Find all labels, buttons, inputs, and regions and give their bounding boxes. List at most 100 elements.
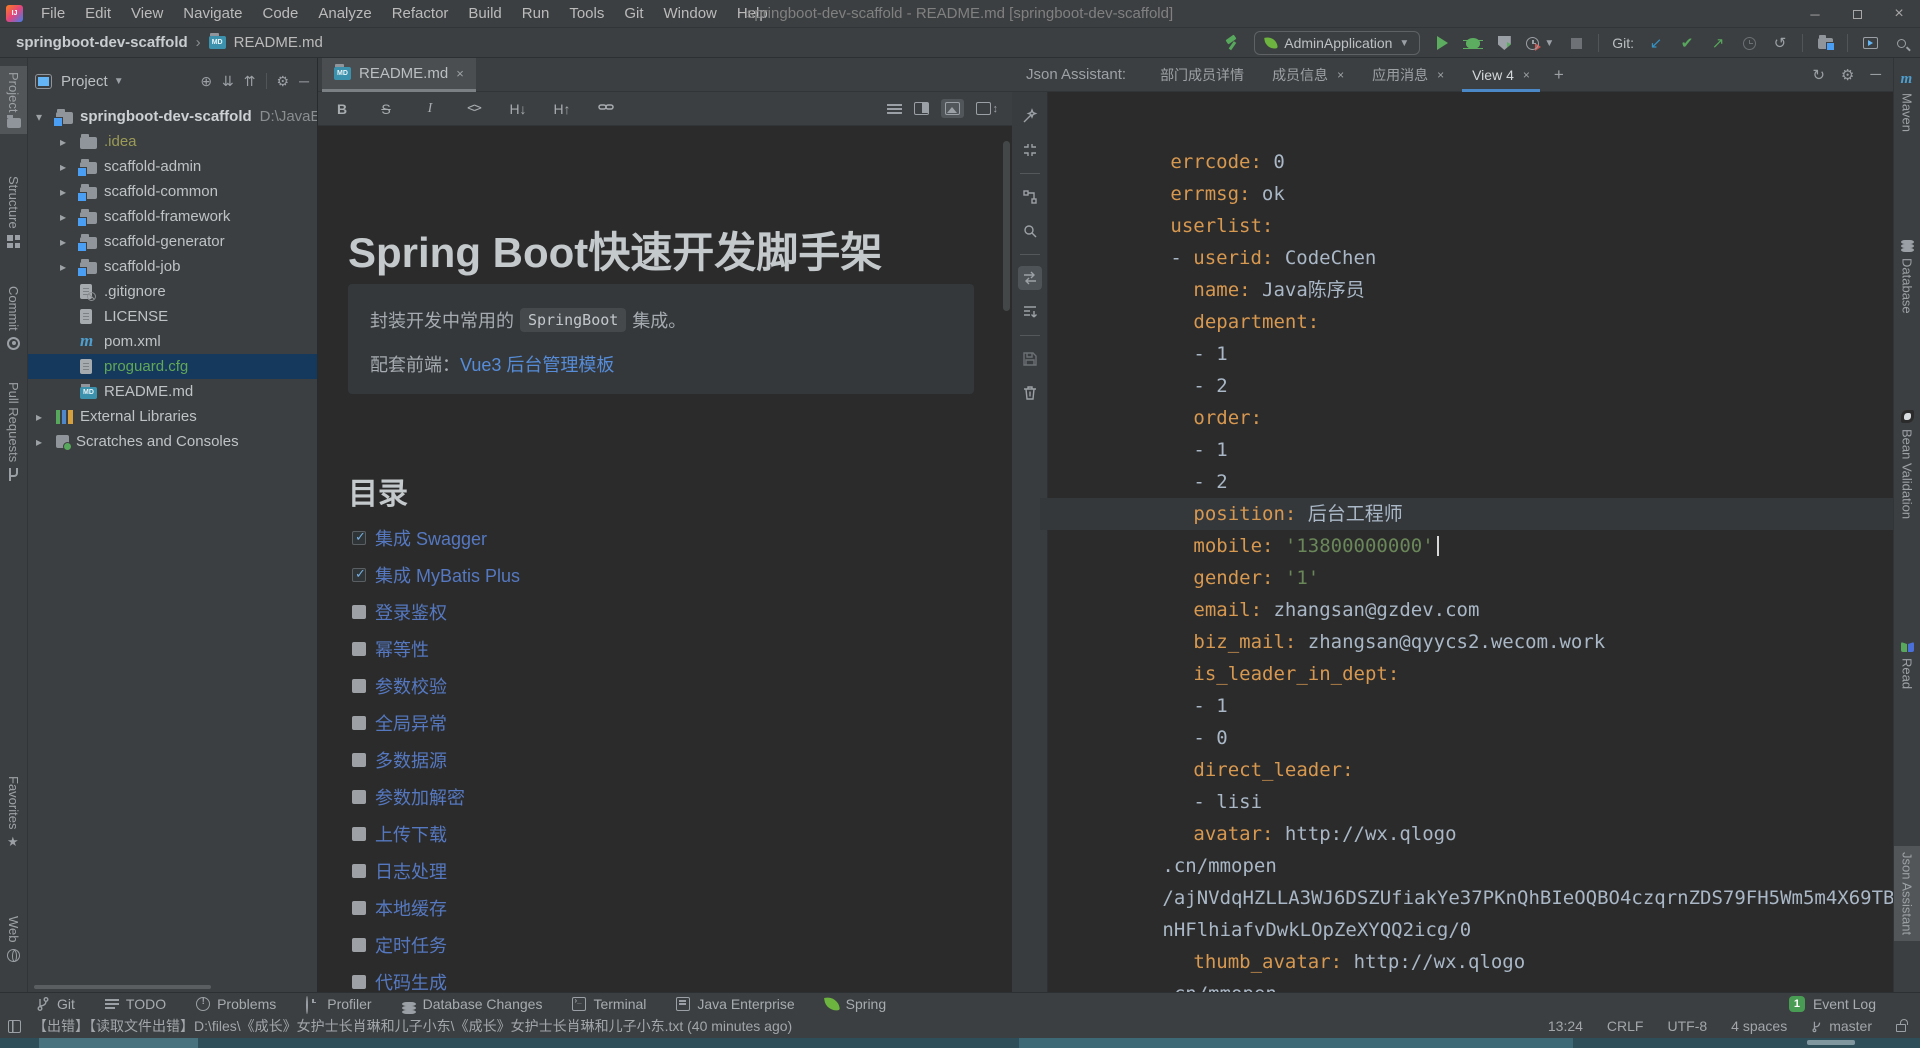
run-configuration-select[interactable]: AdminApplication ▼	[1254, 31, 1420, 55]
sidebar-tab-favorites[interactable]: Favorites ★	[0, 770, 27, 854]
chevron-icon[interactable]	[36, 435, 56, 449]
json-tab[interactable]: View 4 ×	[1458, 58, 1544, 92]
breadcrumb-file[interactable]: README.md	[234, 34, 323, 51]
horizontal-scrollbar[interactable]	[34, 985, 211, 989]
auto-scroll-icon[interactable]: ↕	[976, 102, 999, 115]
vue3-template-link[interactable]: Vue3 后台管理模板	[460, 351, 614, 377]
toc-link[interactable]: 代码生成	[375, 969, 447, 993]
save-icon[interactable]	[1018, 347, 1042, 371]
minimize-button[interactable]: ─	[1794, 0, 1836, 28]
search-icon[interactable]	[1018, 219, 1042, 243]
gear-icon[interactable]: ⚙	[277, 73, 290, 90]
coverage-button[interactable]	[1495, 34, 1513, 52]
toc-link[interactable]: 日志处理	[375, 858, 447, 884]
tree-row[interactable]: .idea	[28, 129, 317, 154]
split-view-icon[interactable]	[914, 102, 929, 115]
toolbar-tab-git[interactable]: Git	[36, 996, 75, 1012]
expand-all-icon[interactable]: ⇊	[222, 73, 234, 90]
sidebar-tab-web[interactable]: Web	[0, 910, 27, 968]
header-up-button[interactable]: H↑	[552, 101, 572, 117]
sidebar-tab-json-assistant[interactable]: Json Assistant	[1894, 846, 1920, 941]
sidebar-tab-commit[interactable]: Commit	[0, 280, 27, 356]
toc-link[interactable]: 登录鉴权	[375, 599, 447, 625]
lock-icon[interactable]	[1896, 1024, 1906, 1032]
trash-icon[interactable]	[1018, 381, 1042, 405]
checkbox-icon[interactable]	[352, 642, 366, 656]
tree-row[interactable]: scaffold-admin	[28, 154, 317, 179]
convert-icon[interactable]	[1018, 266, 1042, 290]
toolbar-tab-java-enterprise[interactable]: Java Enterprise	[676, 996, 794, 1012]
editor-columns-icon[interactable]	[8, 1020, 21, 1033]
git-rollback-icon[interactable]: ↺	[1771, 34, 1789, 52]
tree-row[interactable]: scaffold-generator	[28, 229, 317, 254]
menu-item[interactable]: Refactor	[382, 0, 459, 27]
project-view-select[interactable]: Project▼	[61, 73, 124, 90]
run-button[interactable]	[1433, 34, 1451, 52]
chevron-icon[interactable]	[60, 135, 80, 149]
project-folders-icon[interactable]	[1816, 34, 1834, 52]
toc-link[interactable]: 定时任务	[375, 932, 447, 958]
sidebar-tab-pull-requests[interactable]: Pull Requests	[0, 376, 27, 487]
beautify-icon[interactable]	[1018, 104, 1042, 128]
bold-button[interactable]: B	[332, 101, 352, 117]
tree-row[interactable]: springboot-dev-scaffold D:\JavaE	[28, 104, 317, 129]
tree-row[interactable]: scaffold-framework	[28, 204, 317, 229]
tree-row[interactable]: scaffold-common	[28, 179, 317, 204]
italic-button[interactable]: I	[420, 101, 440, 117]
toc-link[interactable]: 全局异常	[375, 710, 447, 736]
toc-link[interactable]: 本地缓存	[375, 895, 447, 921]
sidebar-tab-maven[interactable]: m Maven	[1894, 68, 1920, 138]
search-everywhere-icon[interactable]	[1892, 34, 1910, 52]
checkbox-icon[interactable]	[352, 716, 366, 730]
checkbox-icon[interactable]	[352, 531, 366, 545]
toc-link[interactable]: 上传下载	[375, 821, 447, 847]
sidebar-tab-project[interactable]: Project	[0, 66, 27, 134]
sidebar-tab-bean-validation[interactable]: Bean Validation	[1894, 404, 1920, 525]
close-icon[interactable]: ×	[1437, 68, 1444, 82]
event-log-button[interactable]: 1 Event Log	[1789, 996, 1876, 1012]
preview-only-view-selected[interactable]	[941, 99, 964, 118]
checkbox-icon[interactable]	[352, 679, 366, 693]
link-button[interactable]	[596, 99, 616, 118]
toolbar-tab-spring[interactable]: Spring	[825, 996, 886, 1012]
vertical-scrollbar[interactable]	[1003, 141, 1010, 311]
tree-row[interactable]: README.md	[28, 379, 317, 404]
menu-item[interactable]: Analyze	[308, 0, 381, 27]
tree-row[interactable]: Scratches and Consoles	[28, 429, 317, 454]
sidebar-tab-read[interactable]: Read	[1894, 636, 1920, 695]
menu-item[interactable]: File	[31, 0, 75, 27]
strikethrough-button[interactable]: S	[376, 101, 396, 117]
profiler-button[interactable]: ▼	[1526, 36, 1554, 51]
close-icon[interactable]: ×	[456, 66, 464, 81]
toolbar-tab-todo[interactable]: TODO	[105, 996, 166, 1012]
menu-item[interactable]: View	[121, 0, 173, 27]
close-button[interactable]: ×	[1878, 0, 1920, 28]
close-icon[interactable]: ×	[1337, 68, 1344, 82]
caret-position-widget[interactable]: 13:24	[1548, 1018, 1583, 1034]
json-tab[interactable]: 部门成员详情 ×	[1146, 58, 1258, 92]
menu-item[interactable]: Edit	[75, 0, 121, 27]
import-icon[interactable]	[1018, 300, 1042, 324]
json-tab[interactable]: 成员信息 ×	[1258, 58, 1358, 92]
checkbox-icon[interactable]	[352, 790, 366, 804]
hide-panel-icon[interactable]: ─	[1870, 66, 1881, 83]
toc-link[interactable]: 幂等性	[375, 636, 429, 662]
git-commit-icon[interactable]: ✔	[1678, 34, 1696, 52]
tree-row[interactable]: LICENSE	[28, 304, 317, 329]
git-history-icon[interactable]	[1740, 34, 1758, 52]
toc-link[interactable]: 多数据源	[375, 747, 447, 773]
checkbox-icon[interactable]	[352, 975, 366, 989]
build-hammer-icon[interactable]	[1223, 34, 1241, 52]
toc-link[interactable]: 参数加解密	[375, 784, 465, 810]
checkbox-icon[interactable]	[352, 864, 366, 878]
add-tab-button[interactable]: +	[1544, 65, 1574, 85]
git-update-icon[interactable]: ↙	[1647, 34, 1665, 52]
collapse-all-icon[interactable]: ⇈	[244, 73, 256, 90]
tree-row[interactable]: proguard.cfg	[28, 354, 317, 379]
collapse-icon[interactable]	[1018, 138, 1042, 162]
checkbox-icon[interactable]	[352, 938, 366, 952]
header-down-button[interactable]: H↓	[508, 101, 528, 117]
tree-row[interactable]: .gitignore	[28, 279, 317, 304]
sidebar-tab-structure[interactable]: Structure	[0, 170, 27, 254]
tree-row[interactable]: pom.xml	[28, 329, 317, 354]
